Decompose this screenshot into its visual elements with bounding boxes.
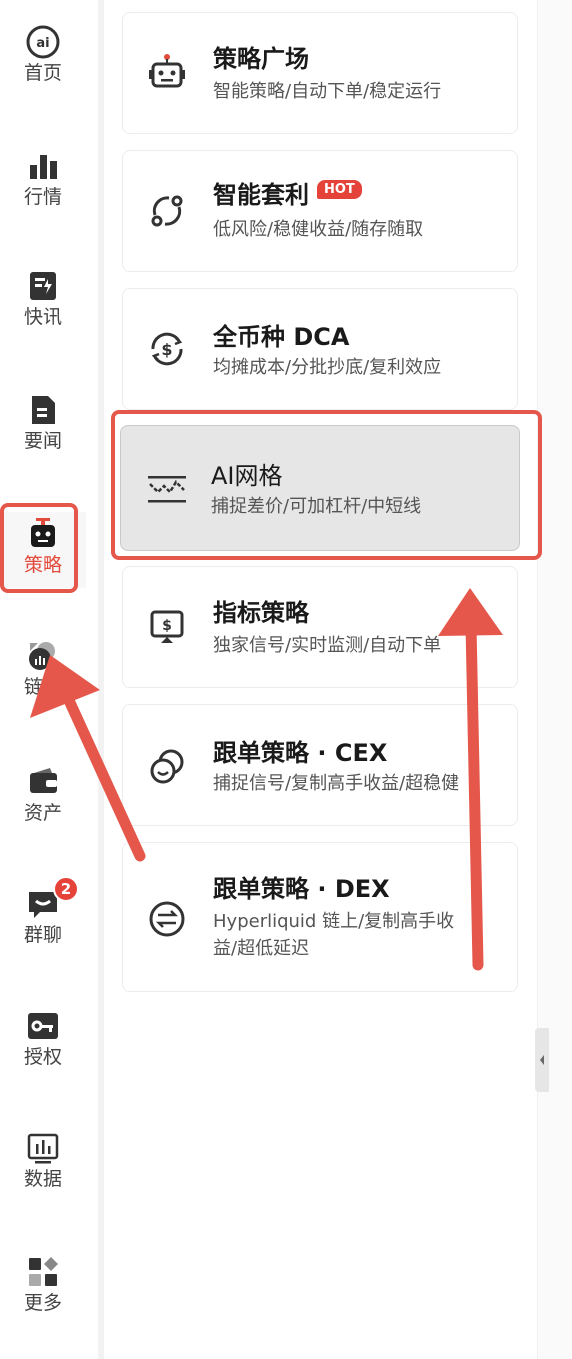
sidebar-item-more[interactable]: 更多 (0, 1254, 86, 1324)
right-panel-edge (537, 0, 572, 1359)
sidebar-item-label: 资产 (23, 802, 62, 824)
sidebar-item-news[interactable]: 要闻 (0, 392, 86, 462)
svg-text:$: $ (162, 618, 172, 634)
strategy-title: 全币种 DCA (213, 323, 350, 351)
robot-icon (145, 51, 189, 95)
wallet-icon (25, 764, 61, 800)
chain-data-icon (25, 638, 61, 674)
strategy-card-copy-cex[interactable]: 跟单策略 · CEX 捕捉信号/复制高手收益/超稳健 (122, 704, 518, 826)
sidebar-item-label: 数据 (23, 1168, 62, 1190)
strategy-subtitle: 低风险/稳健收益/随存随取 (213, 219, 424, 240)
bar-chart-icon (25, 148, 61, 184)
sidebar-item-onchain[interactable]: 链上 (0, 638, 86, 708)
sidebar-item-auth[interactable]: 授权 (0, 1008, 86, 1078)
cycle-arrows-icon (145, 189, 189, 233)
dollar-cycle-icon: $ (145, 327, 189, 371)
sidebar-item-label: 更多 (23, 1292, 62, 1314)
chevron-left-icon (540, 1055, 544, 1065)
swap-circle-icon (145, 897, 189, 941)
sidebar-item-assets[interactable]: 资产 (0, 764, 86, 834)
key-icon (25, 1008, 61, 1044)
strategy-card-arbitrage[interactable]: 智能套利 HOT 低风险/稳健收益/随存随取 (122, 150, 518, 272)
svg-text:ai: ai (36, 36, 49, 51)
document-icon (25, 392, 61, 428)
strategy-card-dca[interactable]: $ 全币种 DCA 均摊成本/分批抄底/复利效应 (122, 288, 518, 410)
unread-badge: 2 (53, 876, 79, 902)
strategy-card-indicator[interactable]: $ 指标策略 独家信号/实时监测/自动下单 (122, 566, 518, 688)
highlight-box-sidebar (0, 503, 78, 593)
flash-news-icon (25, 268, 61, 304)
strategy-title: 跟单策略 · DEX (213, 875, 390, 903)
svg-text:$: $ (161, 340, 172, 359)
collapse-handle[interactable] (535, 1028, 549, 1092)
sidebar-item-home[interactable]: ai 首页 (0, 24, 86, 94)
sidebar-item-label: 行情 (23, 186, 62, 208)
sidebar-divider (98, 0, 104, 1359)
strategy-title-text: 智能套利 (213, 181, 309, 209)
grid-more-icon (25, 1254, 61, 1290)
highlight-box-card (111, 410, 542, 560)
strategy-title: 指标策略 (213, 599, 309, 627)
copy-circles-icon (145, 745, 189, 789)
sidebar-nav: ai 首页 行情 快讯 要闻 策略 链上 资产 2 群聊 授权 数据 更多 (0, 0, 98, 1359)
sidebar-item-data[interactable]: 数据 (0, 1130, 86, 1200)
signal-screen-icon: $ (145, 605, 189, 649)
strategy-subtitle: 智能策略/自动下单/稳定运行 (213, 81, 442, 102)
hot-badge: HOT (317, 180, 362, 199)
strategy-subtitle: Hyperliquid 链上/复制高手收 (213, 911, 455, 932)
strategy-title: 跟单策略 · CEX (213, 739, 388, 767)
strategy-subtitle-line2: 益/超低延迟 (213, 938, 310, 959)
strategy-subtitle: 独家信号/实时监测/自动下单 (213, 635, 442, 656)
data-chart-icon (25, 1130, 61, 1166)
sidebar-item-label: 群聊 (23, 924, 62, 946)
sidebar-item-label: 授权 (23, 1046, 62, 1068)
strategy-card-plaza[interactable]: 策略广场 智能策略/自动下单/稳定运行 (122, 12, 518, 134)
sidebar-item-market[interactable]: 行情 (0, 148, 86, 218)
chat-icon: 2 (25, 876, 79, 922)
strategy-title: 策略广场 (213, 45, 309, 73)
strategy-subtitle: 均摊成本/分批抄底/复利效应 (213, 357, 442, 378)
sidebar-item-label: 要闻 (23, 430, 62, 452)
home-logo-icon: ai (25, 24, 61, 60)
sidebar-item-label: 首页 (23, 62, 62, 84)
strategy-subtitle: 捕捉信号/复制高手收益/超稳健 (213, 773, 460, 794)
sidebar-item-chat[interactable]: 2 群聊 (0, 876, 86, 956)
strategy-card-copy-dex[interactable]: 跟单策略 · DEX Hyperliquid 链上/复制高手收 益/超低延迟 (122, 842, 518, 992)
sidebar-item-label: 链上 (23, 676, 62, 698)
strategy-title: 智能套利 HOT (213, 175, 362, 210)
sidebar-item-label: 快讯 (23, 306, 62, 328)
sidebar-item-flash[interactable]: 快讯 (0, 268, 86, 338)
